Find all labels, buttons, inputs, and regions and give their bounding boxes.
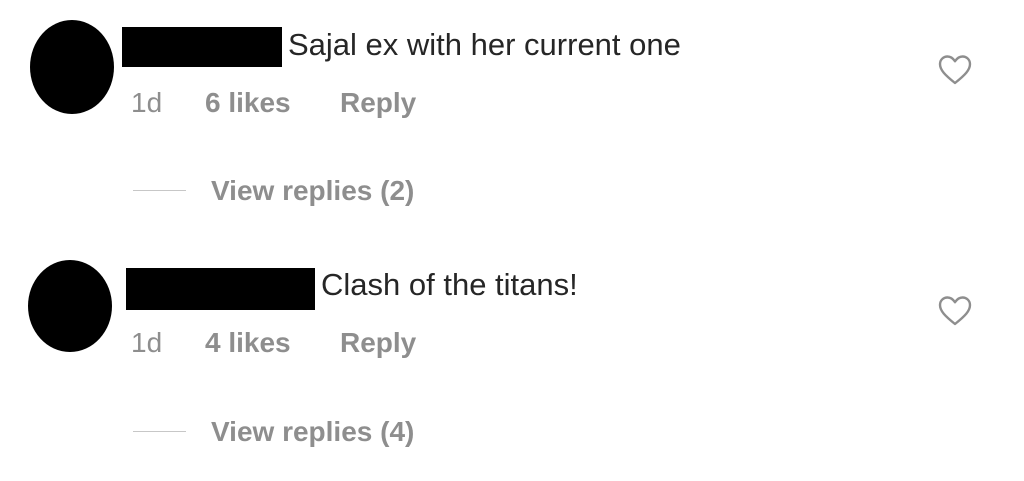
reply-button[interactable]: Reply (340, 89, 416, 117)
like-button[interactable] (937, 295, 973, 327)
comment-text: Clash of the titans! (321, 267, 578, 302)
view-replies-button[interactable]: View replies (2) (211, 177, 414, 205)
heart-outline-icon (938, 55, 972, 85)
avatar[interactable] (28, 260, 112, 352)
like-button[interactable] (937, 54, 973, 86)
comment-item: Sajal ex with her current one 1d 6 likes… (0, 0, 1024, 240)
comment-likes-count[interactable]: 6 likes (205, 89, 291, 117)
view-replies-button[interactable]: View replies (4) (211, 418, 414, 446)
comment-timestamp: 1d (131, 327, 163, 358)
comment-item: Clash of the titans! 1d 4 likes Reply Vi… (0, 240, 1024, 480)
replies-divider (133, 431, 186, 432)
replies-divider (133, 190, 186, 191)
reply-button[interactable]: Reply (340, 329, 416, 357)
heart-outline-icon (938, 296, 972, 326)
comment-timestamp: 1d (131, 87, 163, 118)
avatar[interactable] (30, 20, 114, 114)
username-redacted[interactable] (126, 268, 315, 310)
comment-likes-count[interactable]: 4 likes (205, 329, 291, 357)
username-redacted[interactable] (122, 27, 282, 67)
comment-text: Sajal ex with her current one (288, 27, 681, 62)
